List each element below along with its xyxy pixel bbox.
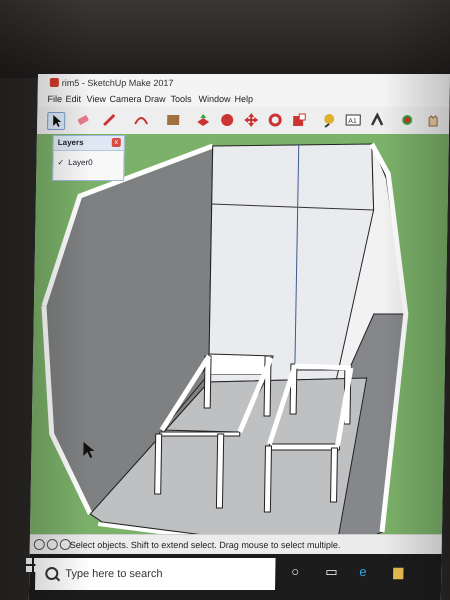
menu-file[interactable]: File: [47, 94, 62, 104]
windows-taskbar: Type here to search ○ ▭ e ▆: [28, 554, 442, 600]
status-bar: Select objects. Shift to extend select. …: [29, 534, 442, 555]
text-tool-icon[interactable]: A1: [345, 112, 361, 128]
status-message: Select objects. Shift to extend select. …: [69, 540, 341, 550]
layers-panel: Layers x ✓ Layer0: [52, 135, 125, 181]
orbit-tool-icon[interactable]: [399, 112, 415, 128]
push-pull-tool-icon[interactable]: [195, 112, 211, 128]
cortana-icon[interactable]: ○: [291, 564, 299, 579]
layer-row[interactable]: ✓ Layer0: [57, 158, 92, 167]
menu-edit[interactable]: Edit: [65, 94, 81, 104]
arc-tool-icon[interactable]: [133, 112, 149, 128]
menu-view[interactable]: View: [86, 94, 106, 104]
layer-name: Layer0: [68, 158, 93, 167]
menu-help[interactable]: Help: [234, 94, 253, 104]
pencil-tool-icon[interactable]: [101, 112, 117, 128]
rotate-tool-icon[interactable]: [267, 112, 283, 128]
follow-me-tool-icon[interactable]: [219, 112, 235, 128]
close-icon[interactable]: x: [111, 138, 121, 147]
sketchup-app-icon: [49, 78, 59, 87]
menu-draw[interactable]: Draw: [144, 94, 165, 104]
menu-window[interactable]: Window: [198, 94, 230, 104]
pan-tool-icon[interactable]: [425, 112, 441, 128]
svg-text:A1: A1: [348, 118, 357, 125]
shape-tool-icon[interactable]: [165, 112, 181, 128]
window-title: rim5 - SketchUp Make 2017: [61, 78, 174, 88]
move-tool-icon[interactable]: [243, 112, 259, 128]
menu-tools[interactable]: Tools: [170, 94, 191, 104]
3d-viewport[interactable]: [29, 134, 449, 574]
search-icon: [45, 567, 59, 580]
credit-icon[interactable]: [46, 539, 58, 550]
select-tool-icon[interactable]: [47, 112, 66, 130]
layers-panel-header: Layers x: [53, 136, 124, 151]
checkmark-icon: ✓: [57, 158, 65, 167]
edge-browser-icon[interactable]: e: [359, 564, 366, 579]
screen: rim5 - SketchUp Make 2017 File Edit View…: [28, 74, 450, 600]
taskbar-search[interactable]: Type here to search: [34, 558, 276, 590]
task-view-icon[interactable]: ▭: [325, 564, 338, 580]
windows-start-icon[interactable]: [26, 558, 40, 572]
3d-text-tool-icon[interactable]: [369, 112, 385, 128]
title-bar: rim5 - SketchUp Make 2017: [37, 74, 450, 92]
menu-bar: File Edit View Camera Draw Tools Window …: [37, 92, 450, 107]
info-icon[interactable]: [33, 539, 45, 550]
toolbar: A1: [36, 107, 450, 135]
search-placeholder: Type here to search: [65, 568, 163, 580]
file-explorer-icon[interactable]: ▆: [393, 564, 403, 580]
layers-panel-title: Layers: [57, 138, 84, 147]
eraser-tool-icon[interactable]: [75, 112, 91, 128]
scale-tool-icon[interactable]: [291, 112, 307, 128]
tape-measure-tool-icon[interactable]: [321, 112, 337, 128]
laptop-bezel: [0, 0, 450, 78]
cursor-arrow-icon: [53, 115, 62, 127]
van-interior-model: [41, 134, 449, 574]
menu-camera[interactable]: Camera: [109, 94, 141, 104]
